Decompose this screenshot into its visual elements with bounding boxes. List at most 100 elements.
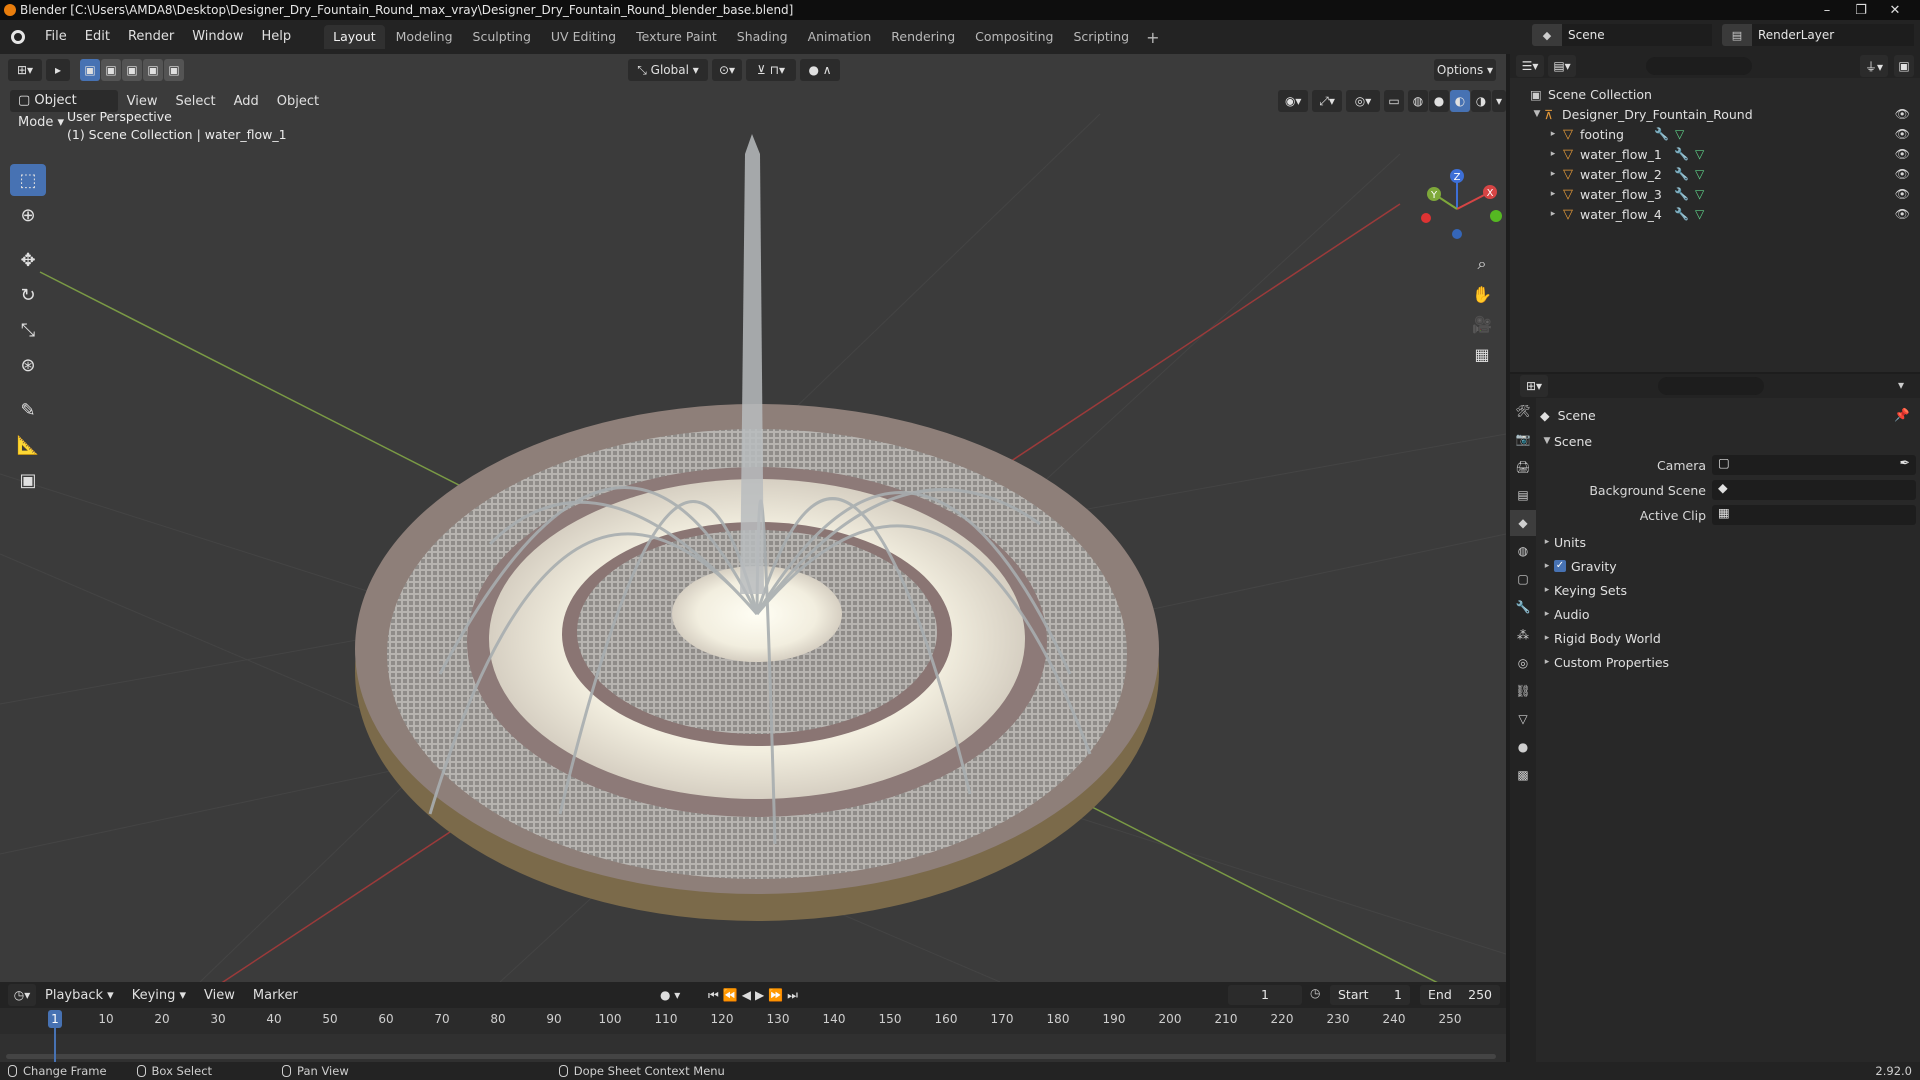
- timeline-menu-marker[interactable]: Marker: [244, 988, 307, 1003]
- snap-toggle[interactable]: ⊻ ⊓▾: [746, 59, 796, 81]
- 3d-viewport[interactable]: ⊞▾ ▸ ▣ ▣ ▣ ▣ ▣ ⤡ Global ▾ ⊙▾ ⊻ ⊓▾ ● ∧ Op…: [0, 54, 1506, 982]
- options-button[interactable]: Options ▾: [1434, 59, 1496, 81]
- new-collection-icon[interactable]: ▣: [1894, 55, 1914, 77]
- view-layer-tab-icon[interactable]: ▤: [1510, 482, 1536, 508]
- expand-object-icon[interactable]: ▸: [1546, 129, 1560, 139]
- texture-tab-icon[interactable]: ▩: [1510, 762, 1536, 788]
- select-extend-icon[interactable]: ▣: [101, 59, 121, 81]
- constraints-tab-icon[interactable]: ⛓: [1510, 678, 1536, 704]
- eye-icon[interactable]: 👁: [1895, 187, 1910, 201]
- select-box-tool-icon[interactable]: ⬚: [10, 164, 46, 196]
- shading-material-icon[interactable]: ◐: [1449, 90, 1470, 112]
- expand-object-icon[interactable]: ▸: [1546, 149, 1560, 159]
- pan-hand-icon[interactable]: ✋: [1466, 279, 1498, 309]
- menu-file[interactable]: File: [36, 20, 76, 54]
- current-frame-field[interactable]: 1: [1228, 985, 1302, 1005]
- menu-render[interactable]: Render: [119, 20, 183, 54]
- physics-tab-icon[interactable]: ◎: [1510, 650, 1536, 676]
- panel-rigid-body-world[interactable]: ▸ Rigid Body World: [1540, 627, 1916, 649]
- tab-compositing[interactable]: Compositing: [966, 25, 1062, 49]
- cursor-tool-icon[interactable]: ⊕: [10, 199, 46, 231]
- outliner-scene-collection[interactable]: ▣ Scene Collection: [1510, 84, 1920, 104]
- xray-toggle[interactable]: ▭: [1383, 90, 1404, 112]
- data-tab-icon[interactable]: ▽: [1510, 706, 1536, 732]
- timeline-scrollbar[interactable]: [6, 1054, 1496, 1059]
- panel-keying-sets[interactable]: ▸ Keying Sets: [1540, 579, 1916, 601]
- panel-audio[interactable]: ▸ Audio: [1540, 603, 1916, 625]
- outliner-object-water-flow-3[interactable]: ▸ ▽ water_flow_3 🔧 ▽ 👁: [1510, 184, 1920, 204]
- outliner-object-water-flow-4[interactable]: ▸ ▽ water_flow_4 🔧 ▽ 👁: [1510, 204, 1920, 224]
- overlays-toggle[interactable]: ◎▾: [1346, 90, 1380, 112]
- select-intersect-icon[interactable]: ▣: [164, 59, 184, 81]
- outliner-object-water-flow-1[interactable]: ▸ ▽ water_flow_1 🔧 ▽ 👁: [1510, 144, 1920, 164]
- tab-rendering[interactable]: Rendering: [882, 25, 964, 49]
- timeline-menu-keying[interactable]: Keying ▾: [123, 988, 195, 1003]
- eye-icon[interactable]: 👁: [1895, 167, 1910, 181]
- menu-window[interactable]: Window: [183, 20, 252, 54]
- panel-scene-header[interactable]: ▼ Scene: [1540, 430, 1916, 452]
- menu-edit[interactable]: Edit: [76, 20, 119, 54]
- collapse-icon[interactable]: ▼: [1540, 436, 1554, 446]
- scene-selector[interactable]: ◆ Scene: [1532, 24, 1712, 46]
- expand-icon[interactable]: ▸: [1540, 633, 1554, 643]
- pivot-point-select[interactable]: ⊙▾: [712, 59, 742, 81]
- output-tab-icon[interactable]: 🖨: [1510, 454, 1536, 480]
- tab-scripting[interactable]: Scripting: [1065, 25, 1139, 49]
- select-invert-icon[interactable]: ▣: [143, 59, 163, 81]
- viewport-menu-select[interactable]: Select: [166, 94, 224, 109]
- tab-uv-editing[interactable]: UV Editing: [542, 25, 625, 49]
- renderlayer-selector[interactable]: ▤ RenderLayer: [1722, 24, 1914, 46]
- move-tool-icon[interactable]: ✥: [10, 244, 46, 276]
- rotate-tool-icon[interactable]: ↻: [10, 279, 46, 311]
- viewport-menu-object[interactable]: Object: [268, 94, 328, 109]
- properties-search-input[interactable]: [1658, 377, 1764, 395]
- gravity-checkbox[interactable]: ✓: [1554, 560, 1566, 572]
- select-subtract-icon[interactable]: ▣: [122, 59, 142, 81]
- panel-custom-properties[interactable]: ▸ Custom Properties: [1540, 651, 1916, 673]
- expand-icon[interactable]: ▸: [1540, 537, 1554, 547]
- outliner-display-mode-icon[interactable]: ▤▾: [1548, 55, 1576, 77]
- renderlayer-name[interactable]: RenderLayer: [1752, 24, 1914, 46]
- properties-options-icon[interactable]: ▾: [1898, 378, 1904, 392]
- object-tab-icon[interactable]: ▢: [1510, 566, 1536, 592]
- viewport-menu-view[interactable]: View: [118, 94, 167, 109]
- pin-icon[interactable]: 📌: [1894, 407, 1910, 423]
- world-tab-icon[interactable]: ◍: [1510, 538, 1536, 564]
- background-scene-field[interactable]: ◆: [1712, 480, 1916, 500]
- modifier-tab-icon[interactable]: 🔧: [1510, 594, 1536, 620]
- tab-modeling[interactable]: Modeling: [387, 25, 462, 49]
- material-tab-icon[interactable]: ●: [1510, 734, 1536, 760]
- expand-collection-icon[interactable]: ▼: [1530, 109, 1544, 119]
- expand-object-icon[interactable]: ▸: [1546, 169, 1560, 179]
- shading-options-icon[interactable]: ▾: [1491, 90, 1506, 112]
- expand-icon[interactable]: ▸: [1540, 657, 1554, 667]
- scale-tool-icon[interactable]: ⤡: [10, 314, 46, 346]
- timeline-body[interactable]: [0, 1034, 1506, 1062]
- transform-tool-icon[interactable]: ⊛: [10, 349, 46, 381]
- particles-tab-icon[interactable]: ⁂: [1510, 622, 1536, 648]
- tab-layout[interactable]: Layout: [324, 25, 385, 49]
- shading-wireframe-icon[interactable]: ◍: [1407, 90, 1428, 112]
- outliner-object-footing[interactable]: ▸ ▽ footing 🔧 ▽ 👁: [1510, 124, 1920, 144]
- tool-tab-icon[interactable]: 🛠: [1510, 398, 1536, 424]
- expand-icon[interactable]: ▸: [1540, 585, 1554, 595]
- playback-controls[interactable]: ⏮⏪◀▶⏩⏭: [708, 988, 802, 1003]
- start-frame-field[interactable]: Start 1: [1330, 985, 1410, 1005]
- tab-texture-paint[interactable]: Texture Paint: [627, 25, 726, 49]
- outliner-object-water-flow-2[interactable]: ▸ ▽ water_flow_2 🔧 ▽ 👁: [1510, 164, 1920, 184]
- outliner-filter-icon[interactable]: ⏚▾: [1860, 55, 1888, 77]
- shading-rendered-icon[interactable]: ◑: [1470, 90, 1491, 112]
- render-tab-icon[interactable]: 📷: [1510, 426, 1536, 452]
- outliner-editor-type-icon[interactable]: ☰▾: [1516, 55, 1544, 77]
- proportional-edit-toggle[interactable]: ● ∧: [800, 59, 840, 81]
- zoom-icon[interactable]: ⌕: [1466, 249, 1498, 279]
- active-clip-field[interactable]: ▦: [1712, 505, 1916, 525]
- menu-help[interactable]: Help: [253, 20, 301, 54]
- eye-icon[interactable]: 👁: [1895, 147, 1910, 161]
- outliner-collection-row[interactable]: ▼ ⊼ Designer_Dry_Fountain_Round 👁: [1510, 104, 1920, 124]
- eyedropper-icon[interactable]: ✒: [1900, 455, 1910, 470]
- panel-gravity[interactable]: ▸ ✓ Gravity: [1540, 555, 1916, 577]
- timeline-menu-playback[interactable]: Playback ▾: [36, 988, 123, 1003]
- properties-editor-type-icon[interactable]: ⊞▾: [1520, 375, 1548, 397]
- tab-shading[interactable]: Shading: [728, 25, 797, 49]
